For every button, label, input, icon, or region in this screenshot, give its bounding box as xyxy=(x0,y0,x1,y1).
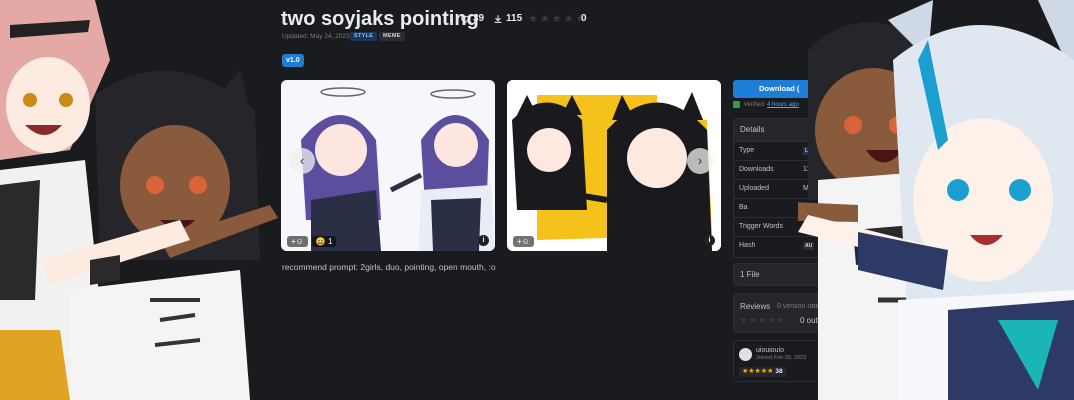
left-character-overlay xyxy=(0,0,278,400)
download-count: 115 xyxy=(493,13,522,24)
star-icon: ★ xyxy=(551,13,562,25)
detail-key: Downloads xyxy=(739,166,774,173)
star-icon: ★ xyxy=(767,315,776,325)
download-icon xyxy=(494,14,502,23)
tag-style[interactable]: STYLE xyxy=(350,32,378,41)
detail-row-base-model: Ba SD 1.5 xyxy=(734,198,847,217)
creator-card: uiouiouio Joined Feb 09, 2023 ★★★★★ 38 xyxy=(733,340,848,382)
updated-date: Updated: May 24, 2023 xyxy=(282,33,350,40)
page-title: two soyjaks pointing xyxy=(281,8,479,30)
verified-time[interactable]: 4 hours ago xyxy=(767,102,799,108)
verified-status: Verified: 4 hours ago xyxy=(733,101,799,108)
creator-rating: ★★★★★ 38 xyxy=(739,367,786,377)
reaction-count[interactable]: 😄 1 xyxy=(311,236,337,247)
star-icon: ★ xyxy=(776,315,785,325)
info-icon[interactable]: i xyxy=(704,235,715,246)
heart-icon xyxy=(461,15,469,23)
star-icon: ★ xyxy=(539,13,550,25)
creator-rating-stars: ★★★★★ xyxy=(742,368,774,375)
reviews-count: 0 version ratings xyxy=(777,303,829,310)
detail-row-uploaded: Uploaded May 24, 202 xyxy=(734,179,847,198)
detail-key: Ba xyxy=(739,204,748,211)
reviews-title: Reviews xyxy=(740,302,771,311)
type-badge: LO xyxy=(803,147,814,155)
add-reaction-button[interactable]: +☺ xyxy=(513,236,534,247)
like-count[interactable]: 39 xyxy=(460,13,484,24)
download-button[interactable]: Download ( xyxy=(733,80,833,98)
tag-meme[interactable]: MEME xyxy=(379,32,405,41)
review-stars: ★ ★ ★ ★ ★ xyxy=(740,315,784,326)
detail-row-hash: Hash AU xyxy=(734,236,847,255)
detail-row-type: Type LO xyxy=(734,141,847,160)
add-reaction-button[interactable]: +☺ xyxy=(287,236,308,247)
details-title[interactable]: Details xyxy=(734,119,847,141)
shield-check-icon xyxy=(733,101,740,108)
verified-label: Verified: xyxy=(743,102,766,109)
star-icon: ★ xyxy=(528,13,538,25)
detail-key: Uploaded xyxy=(739,185,769,192)
star-icon: ★ xyxy=(740,315,749,325)
detail-value: May 24, 202 xyxy=(803,185,842,192)
star-icon: ★ xyxy=(758,315,767,325)
download-label: Download ( xyxy=(759,84,800,93)
detail-key: Type xyxy=(739,147,755,154)
creator-joined: Joined Feb 09, 2023 xyxy=(756,355,807,361)
rating-count: 0 xyxy=(581,13,587,24)
rating-stars[interactable]: ★ ★ ★ ★ ★ xyxy=(528,12,585,25)
detail-value: SD 1.5 xyxy=(803,204,825,211)
prev-image-button[interactable]: ‹ xyxy=(289,148,315,174)
star-icon: ★ xyxy=(749,315,758,325)
detail-row-trigger-words: Trigger Words xyxy=(734,217,847,236)
like-count-value: 39 xyxy=(473,13,485,24)
reviews-section: Reviews 0 version ratings ★ ★ ★ ★ ★ 0 out of… xyxy=(733,293,848,333)
details-panel: Details Type LO Downloads 115 Uploaded M… xyxy=(733,118,848,258)
description-text: recommend prompt: 2girls, duo, pointing,… xyxy=(282,262,496,272)
avatar[interactable] xyxy=(739,348,752,361)
model-page: two soyjaks pointing 39 115 ★ ★ ★ ★ ★ 0 Upda… xyxy=(0,0,1074,400)
files-section[interactable]: 1 File xyxy=(733,263,848,286)
version-tab[interactable]: v1.0 xyxy=(282,54,304,67)
detail-value: 115 xyxy=(803,166,815,173)
detail-key: Hash xyxy=(739,242,756,249)
star-icon: ★ xyxy=(563,13,574,25)
detail-row-downloads: Downloads 115 xyxy=(734,160,847,179)
creator-rating-count: 38 xyxy=(775,368,783,375)
download-count-value: 115 xyxy=(506,13,523,24)
hash-type-badge[interactable]: AU xyxy=(803,242,815,250)
next-image-button[interactable]: › xyxy=(687,148,713,174)
creator-name[interactable]: uiouiouio xyxy=(756,347,784,354)
detail-key: Trigger Words xyxy=(739,223,783,230)
reviews-score: 0 out of 5 xyxy=(800,316,834,325)
info-icon[interactable]: i xyxy=(478,235,489,246)
